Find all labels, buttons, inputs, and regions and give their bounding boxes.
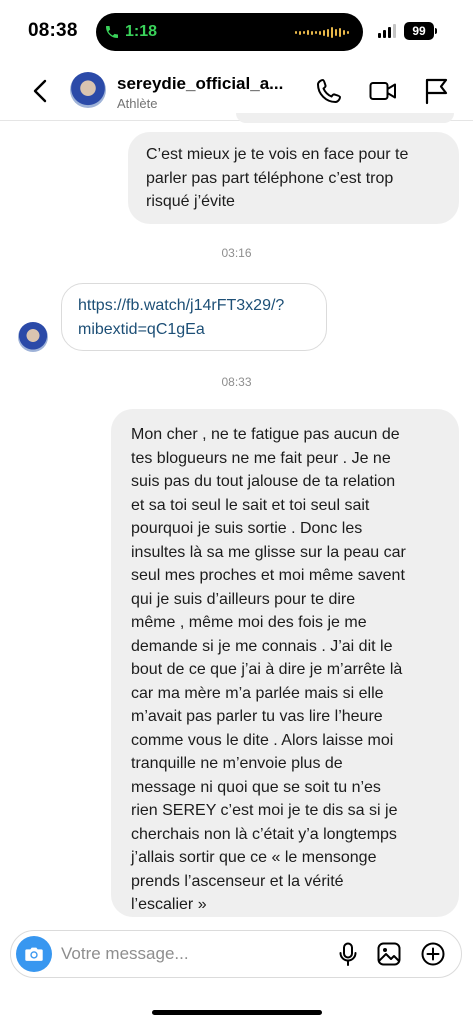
camera-icon (25, 947, 43, 961)
message-bubble-sent[interactable]: Mon cher , ne te fatigue pas aucun de te… (111, 409, 459, 917)
avatar[interactable] (18, 322, 48, 352)
call-duration: 1:18 (125, 23, 158, 40)
message-link[interactable]: https://fb.watch/j14rFT3x29/? mibextid=q… (61, 283, 327, 351)
avatar[interactable] (70, 72, 106, 108)
camera-button[interactable] (16, 936, 52, 972)
microphone-icon[interactable] (335, 941, 361, 967)
call-indicator[interactable]: 1:18 (104, 20, 157, 44)
flag-icon[interactable] (421, 76, 451, 106)
video-camera-icon[interactable] (368, 76, 398, 106)
user-subtitle: Athlète (117, 96, 158, 111)
battery-tip (435, 28, 437, 34)
signal-icon (378, 24, 396, 38)
previous-message-bubble[interactable] (236, 113, 454, 123)
battery-level: 99 (412, 24, 426, 38)
phone-icon (106, 26, 118, 38)
status-time: 08:38 (28, 20, 78, 41)
timestamp: 03:16 (221, 246, 252, 260)
message-composer (10, 930, 462, 978)
message-bubble-sent[interactable]: C’est mieux je te vois en face pour te p… (128, 132, 459, 224)
status-bar: 08:38 1:18 99 (0, 0, 473, 64)
audio-wave-icon (295, 27, 349, 38)
home-indicator (152, 1010, 322, 1015)
chevron-left-icon[interactable] (26, 76, 56, 106)
phone-icon[interactable] (314, 76, 344, 106)
message-input[interactable] (61, 943, 281, 965)
plus-circle-icon[interactable] (420, 941, 446, 967)
dynamic-island[interactable]: 1:18 (96, 13, 363, 51)
username[interactable]: sereydie_official_a... (117, 74, 283, 94)
battery-icon: 99 (404, 22, 434, 40)
timestamp: 08:33 (221, 375, 252, 389)
image-icon[interactable] (376, 941, 402, 967)
